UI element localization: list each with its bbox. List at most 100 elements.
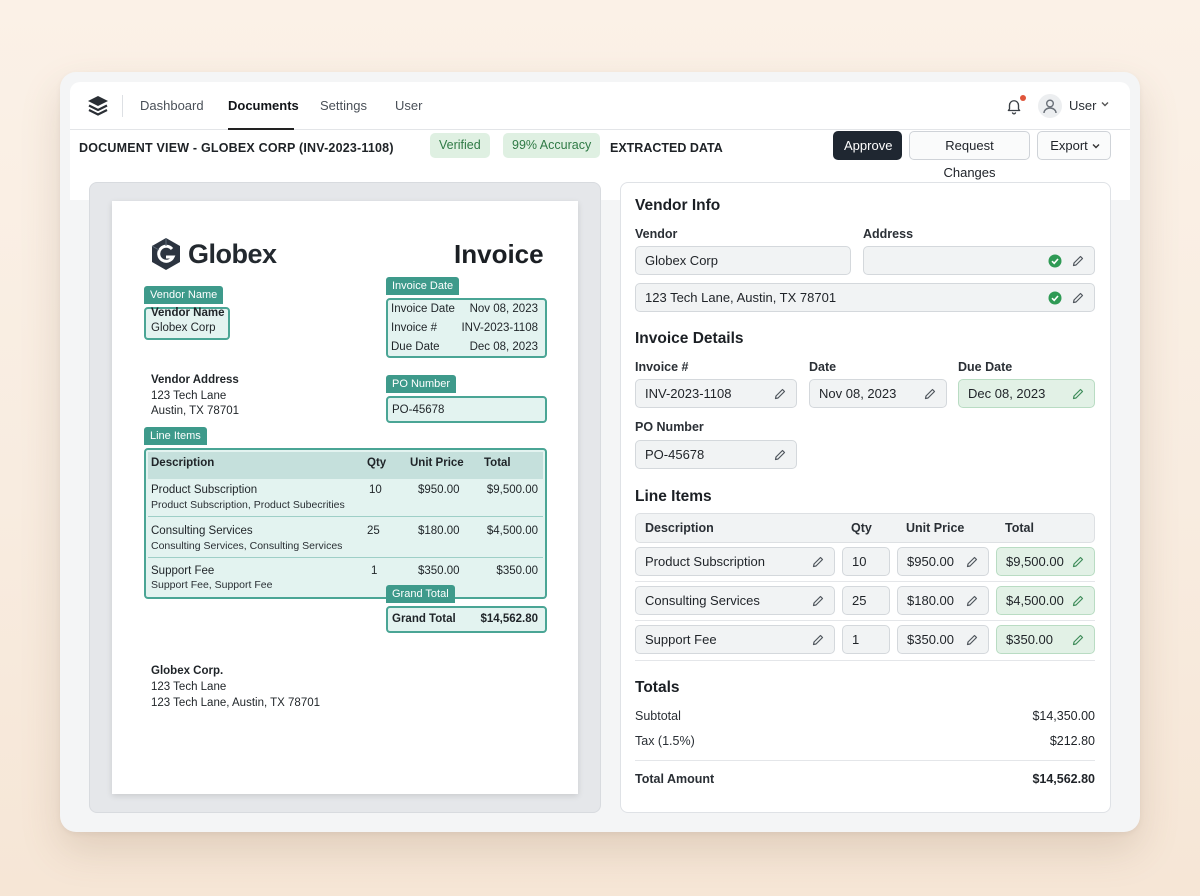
- nav-dashboard[interactable]: Dashboard: [140, 98, 204, 113]
- line-unit-price-field[interactable]: $350.00: [897, 625, 989, 654]
- total-amount-label: Total Amount: [635, 772, 715, 786]
- invoice-number-label: Invoice #: [635, 360, 689, 374]
- line-description-field[interactable]: Support Fee: [635, 625, 835, 654]
- line-subdesc: Consulting Services, Consulting Services: [151, 540, 343, 552]
- pencil-icon[interactable]: [965, 594, 979, 608]
- col-qty: Qty: [367, 457, 387, 469]
- pencil-icon[interactable]: [1071, 594, 1085, 608]
- nav-settings[interactable]: Settings: [320, 98, 367, 113]
- line-description-value: Consulting Services: [645, 593, 760, 608]
- line-unit-price: $180.00: [418, 525, 460, 537]
- check-circle-icon: [1048, 291, 1062, 305]
- pencil-icon[interactable]: [965, 555, 979, 569]
- vendor-address-line1: 123 Tech Lane: [151, 390, 227, 402]
- pencil-icon[interactable]: [773, 448, 787, 462]
- vendor-label: Vendor: [635, 227, 678, 241]
- col-total: Total: [484, 457, 511, 469]
- request-changes-button[interactable]: Request Changes: [909, 131, 1030, 180]
- line-qty-field[interactable]: 25: [842, 586, 890, 615]
- line-qty-value: 1: [852, 632, 860, 647]
- line-qty-value: 10: [852, 554, 867, 569]
- invoice-number-field[interactable]: INV-2023-1108: [635, 379, 797, 408]
- nav-documents[interactable]: Documents: [228, 98, 299, 113]
- invoice-date-tag: Invoice Date: [386, 277, 460, 295]
- due-date-field[interactable]: Dec 08, 2023: [958, 379, 1095, 408]
- line-subdesc: Product Subscription, Product Subecritie…: [151, 499, 345, 511]
- col-description: Description: [645, 521, 714, 535]
- row-divider: [635, 620, 1095, 621]
- vendor-name-tag: Vendor Name: [144, 286, 224, 304]
- pencil-icon[interactable]: [773, 387, 787, 401]
- line-unit-price-value: $950.00: [907, 554, 954, 569]
- due-date-label: Due Date: [958, 360, 1013, 374]
- line-total: $350.00: [496, 565, 538, 577]
- po-number-label: PO Number: [635, 420, 704, 434]
- col-unit-price: Unit Price: [410, 457, 464, 469]
- col-qty: Qty: [851, 521, 872, 535]
- invoice-number-label: Invoice #: [391, 322, 438, 334]
- document-title: DOCUMENT VIEW - GLOBEX CORP (INV-2023-11…: [79, 141, 394, 155]
- invoice-document: Globex Invoice Vendor Name Vendor Name G…: [112, 201, 578, 794]
- address-field[interactable]: [863, 246, 1095, 275]
- po-number-field[interactable]: PO-45678: [635, 440, 797, 469]
- pencil-icon[interactable]: [811, 633, 825, 647]
- due-date-value: Dec 08, 2023: [469, 341, 538, 353]
- line-description-field[interactable]: Product Subscription: [635, 547, 835, 576]
- pencil-icon[interactable]: [1071, 254, 1085, 268]
- vendor-address-line2: Austin, TX 78701: [151, 405, 240, 417]
- pencil-icon[interactable]: [811, 555, 825, 569]
- invoice-date-label: Invoice Date: [391, 303, 455, 315]
- pencil-icon[interactable]: [811, 594, 825, 608]
- line-description-value: Support Fee: [645, 632, 717, 647]
- line-unit-price-field[interactable]: $950.00: [897, 547, 989, 576]
- brand-name: Globex: [188, 239, 277, 269]
- pencil-icon[interactable]: [965, 633, 979, 647]
- address-line-field[interactable]: 123 Tech Lane, Austin, TX 78701: [635, 283, 1095, 312]
- export-button[interactable]: Export: [1037, 131, 1111, 160]
- line-qty-field[interactable]: 1: [842, 625, 890, 654]
- pencil-icon[interactable]: [1071, 291, 1085, 305]
- footer-line2: 123 Tech Lane, Austin, TX 78701: [151, 697, 321, 709]
- line-qty: 25: [367, 525, 380, 537]
- pencil-icon[interactable]: [1071, 555, 1085, 569]
- date-label: Date: [809, 360, 837, 374]
- stack-layers-icon[interactable]: [86, 94, 110, 118]
- grand-total-label: Grand Total: [392, 613, 456, 625]
- line-total-field[interactable]: $9,500.00: [996, 547, 1095, 576]
- col-description: Description: [151, 457, 215, 469]
- line-total-field[interactable]: $4,500.00: [996, 586, 1095, 615]
- tax-label: Tax (1.5%): [635, 734, 695, 748]
- pencil-icon[interactable]: [923, 387, 937, 401]
- line-desc: Consulting Services: [151, 525, 253, 537]
- vendor-address-label: Vendor Address: [151, 374, 239, 386]
- pencil-icon[interactable]: [1071, 633, 1085, 647]
- line-items-header: Description Qty Unit Price Total: [635, 513, 1095, 543]
- invoice-date-value: Nov 08, 2023: [469, 303, 538, 315]
- app-window: Dashboard Documents Settings User User D…: [60, 72, 1140, 832]
- line-qty-field[interactable]: 10: [842, 547, 890, 576]
- totals-title: Totals: [635, 679, 680, 696]
- date-field[interactable]: Nov 08, 2023: [809, 379, 947, 408]
- user-menu-label[interactable]: User: [1069, 98, 1096, 113]
- pencil-icon[interactable]: [1071, 387, 1085, 401]
- chevron-down-icon: [1092, 144, 1100, 149]
- line-description-field[interactable]: Consulting Services: [635, 586, 835, 615]
- row-divider: [148, 516, 543, 517]
- line-qty: 10: [369, 484, 382, 496]
- approve-button[interactable]: Approve: [833, 131, 902, 160]
- col-unit-price: Unit Price: [906, 521, 965, 535]
- user-avatar-icon[interactable]: [1038, 94, 1062, 118]
- chevron-down-icon[interactable]: [1100, 99, 1110, 109]
- line-unit-price-field[interactable]: $180.00: [897, 586, 989, 615]
- tax-value: $212.80: [1049, 734, 1095, 748]
- extracted-data-title: EXTRACTED DATA: [610, 141, 723, 155]
- footer-company: Globex Corp.: [151, 665, 224, 677]
- line-total-value: $9,500.00: [1006, 554, 1064, 569]
- line-desc: Product Subscription: [151, 484, 258, 496]
- line-qty: 1: [371, 565, 378, 577]
- line-subdesc: Support Fee, Support Fee: [151, 579, 273, 591]
- vendor-field[interactable]: Globex Corp: [635, 246, 851, 275]
- line-unit-price-value: $350.00: [907, 632, 954, 647]
- line-total-field[interactable]: $350.00: [996, 625, 1095, 654]
- nav-user[interactable]: User: [395, 98, 422, 113]
